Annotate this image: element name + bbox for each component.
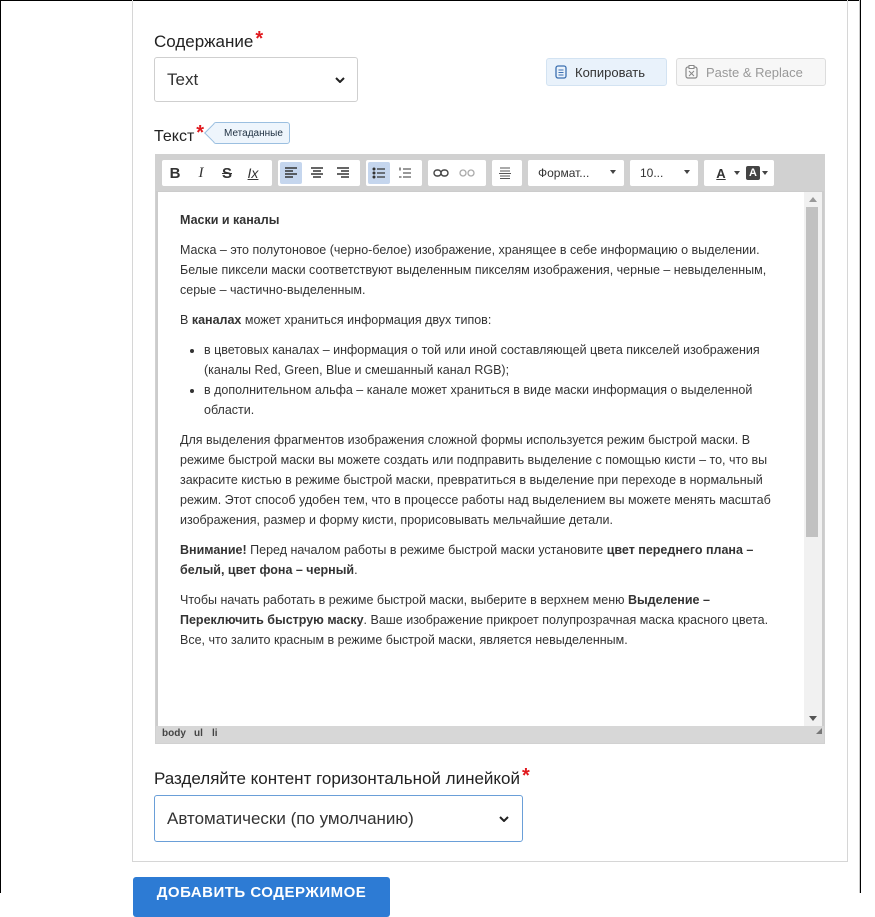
link-icon [433,169,449,177]
toolbar-group-hr [492,160,522,186]
text-color-arrow-icon [734,171,740,175]
font-size-dropdown[interactable]: 10... [630,160,698,186]
unlink-button[interactable] [456,162,478,184]
toolbar-group-links [428,160,486,186]
content-type-select[interactable]: Text [154,57,358,102]
editor-status-path: body ul li [156,726,824,743]
text-color-button[interactable]: A [710,162,732,184]
numbered-list-icon [399,167,411,178]
editor-content[interactable]: Маски и каналы Маска – это полутоновое (… [158,192,804,726]
align-center-icon [311,167,323,178]
format-dropdown[interactable]: Формат... [528,160,624,186]
content-type-value: Text [167,70,199,89]
bold-button[interactable]: B [164,162,186,184]
copy-button[interactable]: Копировать [546,58,667,86]
dropdown-arrow-icon [684,170,690,174]
right-divider [859,0,860,893]
strike-button[interactable]: S [216,162,238,184]
horizontal-rule-icon [499,167,511,179]
align-left-button[interactable] [280,162,302,184]
metadata-badge[interactable]: Метаданные [213,122,290,144]
chevron-down-icon [499,816,509,822]
chevron-down-icon [335,77,345,83]
toolbar-group-lists [366,160,422,186]
bg-color-arrow-icon [762,171,768,175]
link-button[interactable] [430,162,452,184]
content-paragraph: В каналах может храниться информация дву… [180,313,492,327]
content-paragraph: Внимание! Перед началом работы в режиме … [180,543,754,577]
list-item: в цветовых каналах – информация о той ил… [204,340,782,380]
editor-toolbar: B I S Ix Формат... 10... A A [156,155,824,191]
separator-select[interactable]: Автоматически (по умолчанию) [154,795,523,842]
align-center-button[interactable] [306,162,328,184]
content-paragraph: Чтобы начать работать в режиме быстрой м… [180,593,769,647]
paste-replace-button[interactable]: Paste & Replace [676,58,826,86]
clipboard-icon [685,65,698,79]
italic-button[interactable]: I [190,162,212,184]
text-label: Текст * [154,122,205,145]
content-paragraph: Маска – это полутоновое (черно-белое) из… [180,243,767,297]
content-heading: Маски и каналы [180,213,280,227]
toolbar-group-basic: B I S Ix [162,160,272,186]
align-left-icon [285,167,297,178]
scroll-up-icon[interactable] [809,197,817,202]
bullet-list-icon [372,167,385,179]
scrollbar-thumb[interactable] [806,207,818,537]
numbered-list-button[interactable] [394,162,416,184]
align-right-button[interactable] [332,162,354,184]
align-right-icon [337,167,349,178]
list-item: в дополнительном альфа – канале может хр… [204,380,782,420]
content-list: в цветовых каналах – информация о той ил… [180,340,782,420]
required-mark: * [521,765,530,787]
required-mark: * [196,122,205,144]
path-li[interactable]: li [212,728,218,739]
toolbar-group-align [278,160,360,186]
copy-icon [555,65,567,79]
resize-handle-icon[interactable] [816,728,822,734]
required-mark: * [255,28,264,50]
add-content-button[interactable]: ДОБАВИТЬ СОДЕРЖИМОЕ [133,877,390,917]
rich-text-editor: B I S Ix Формат... 10... A A Маски и кан… [155,154,825,744]
separator-label: Разделяйте контент горизонтальной линейк… [154,765,530,788]
clear-format-button[interactable]: Ix [242,162,264,184]
unlink-icon [459,169,475,177]
content-paragraph: Для выделения фрагментов изображения сло… [180,433,771,527]
toolbar-group-colors: A A [704,160,774,186]
editor-scrollbar[interactable] [804,192,822,726]
path-body[interactable]: body [162,728,186,739]
scroll-down-icon[interactable] [809,716,817,721]
horizontal-rule-button[interactable] [494,162,516,184]
dropdown-arrow-icon [610,170,616,174]
bg-color-button[interactable]: A [746,166,760,180]
separator-value: Автоматически (по умолчанию) [167,809,414,828]
content-type-label: Содержание * [154,28,264,51]
bullet-list-button[interactable] [368,162,390,184]
path-ul[interactable]: ul [194,728,203,739]
